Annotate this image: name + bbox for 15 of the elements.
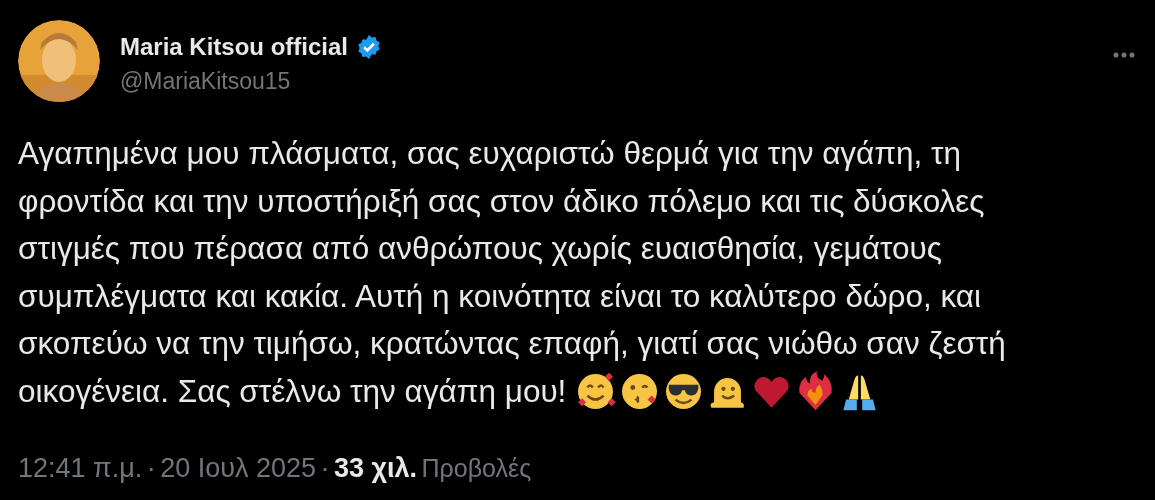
text-line: Αγαπημένα μου πλάσματα, σας ευχαριστώ θερμά για την αγάπη, τη — [18, 134, 962, 173]
author-name[interactable]: Maria Kitsou official — [120, 32, 349, 62]
author-handle[interactable]: @MariaKitsou15 — [120, 66, 383, 96]
text-line: συμπλέγματα και κακία. Αυτή η κοινότητα είναι το καλύτερο δώρο, και — [18, 276, 982, 316]
separator-dot: · — [146, 452, 156, 483]
tweet-time[interactable]: 12:41 π.μ. — [18, 452, 143, 483]
text-line: σκοπεύω να την τιμήσω, κρατώντας επαφή, γιατί σας νιώθω σαν ζεστή — [18, 324, 1006, 364]
text-line: οικογένεια. Σας στέλνω την αγάπη μου! — [18, 371, 567, 411]
text-line: στιγμές που πέρασα από ανθρώπους χωρίς ευαισθησία, γεμάτους — [18, 229, 942, 269]
view-count: 33 χιλ. — [333, 452, 418, 483]
more-icon[interactable] — [1113, 52, 1135, 58]
text-line: φροντίδα και την υποστήριξή σας στον άδικο πόλεμο και τις δύσκολες — [18, 181, 985, 221]
separator-dot: · — [320, 452, 330, 483]
views-label: Προβολές — [421, 453, 532, 482]
tweet-date[interactable]: 20 Ιουλ 2025 — [160, 452, 317, 483]
